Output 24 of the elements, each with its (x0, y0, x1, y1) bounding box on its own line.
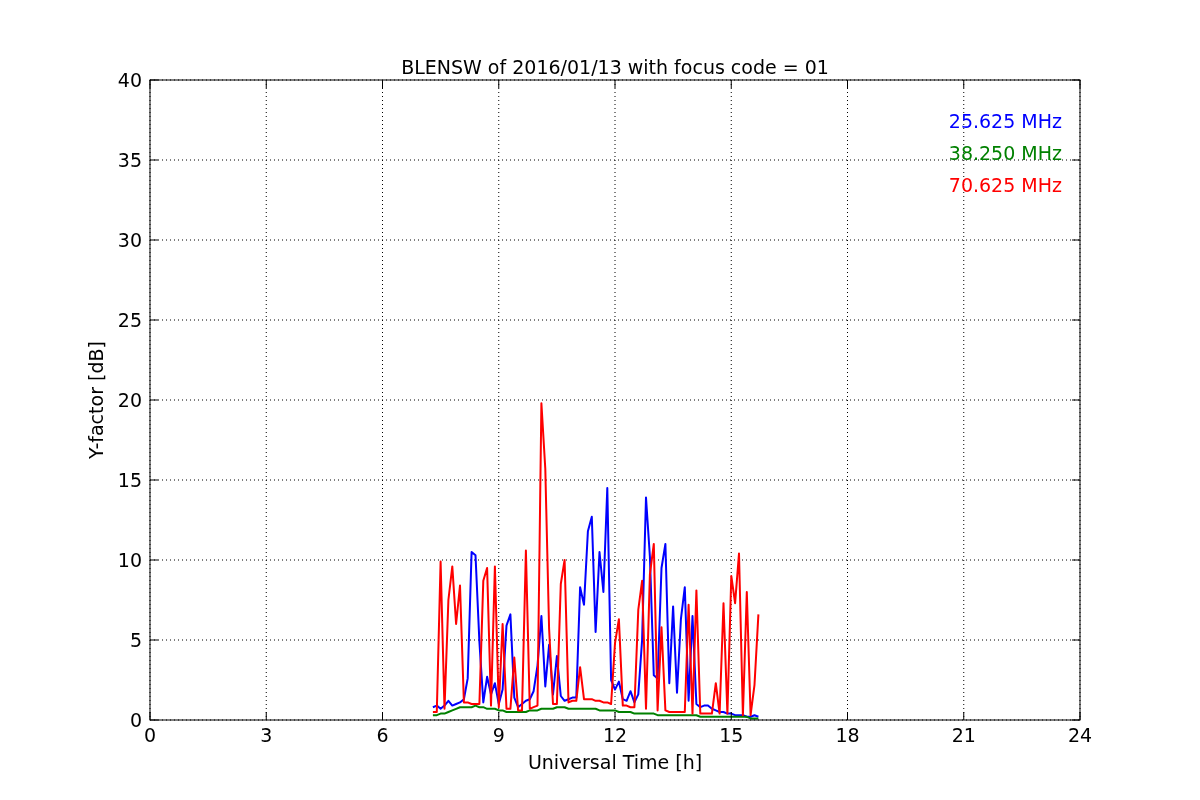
tick-label: 18 (835, 724, 860, 746)
tick-label: 30 (117, 229, 142, 251)
y-axis-label: Y-factor [dB] (85, 341, 107, 459)
tick-label: 21 (951, 724, 976, 746)
chart-title: BLENSW of 2016/01/13 with focus code = 01 (401, 56, 829, 78)
tick-label: 40 (117, 69, 142, 91)
tick-label: 24 (1067, 724, 1093, 746)
tick-label: 35 (117, 149, 142, 171)
tick-label: 0 (143, 724, 157, 746)
tick-label: 5 (129, 629, 142, 651)
x-axis-label: Universal Time [h] (527, 751, 703, 773)
tick-label: 6 (376, 724, 389, 746)
legend-label: 38.250 MHz (948, 142, 1062, 164)
tick-label: 0 (129, 709, 142, 731)
legend-label: 25.625 MHz (948, 110, 1062, 132)
tick-label: 3 (260, 724, 273, 746)
tick-label: 15 (719, 724, 744, 746)
tick-label: 25 (117, 309, 142, 331)
tick-label: 12 (602, 724, 628, 746)
tick-label: 15 (117, 469, 142, 491)
tick-label: 10 (117, 549, 142, 571)
legend-label: 70.625 MHz (948, 174, 1062, 196)
tick-label: 20 (117, 389, 142, 411)
tick-label: 9 (492, 724, 505, 746)
